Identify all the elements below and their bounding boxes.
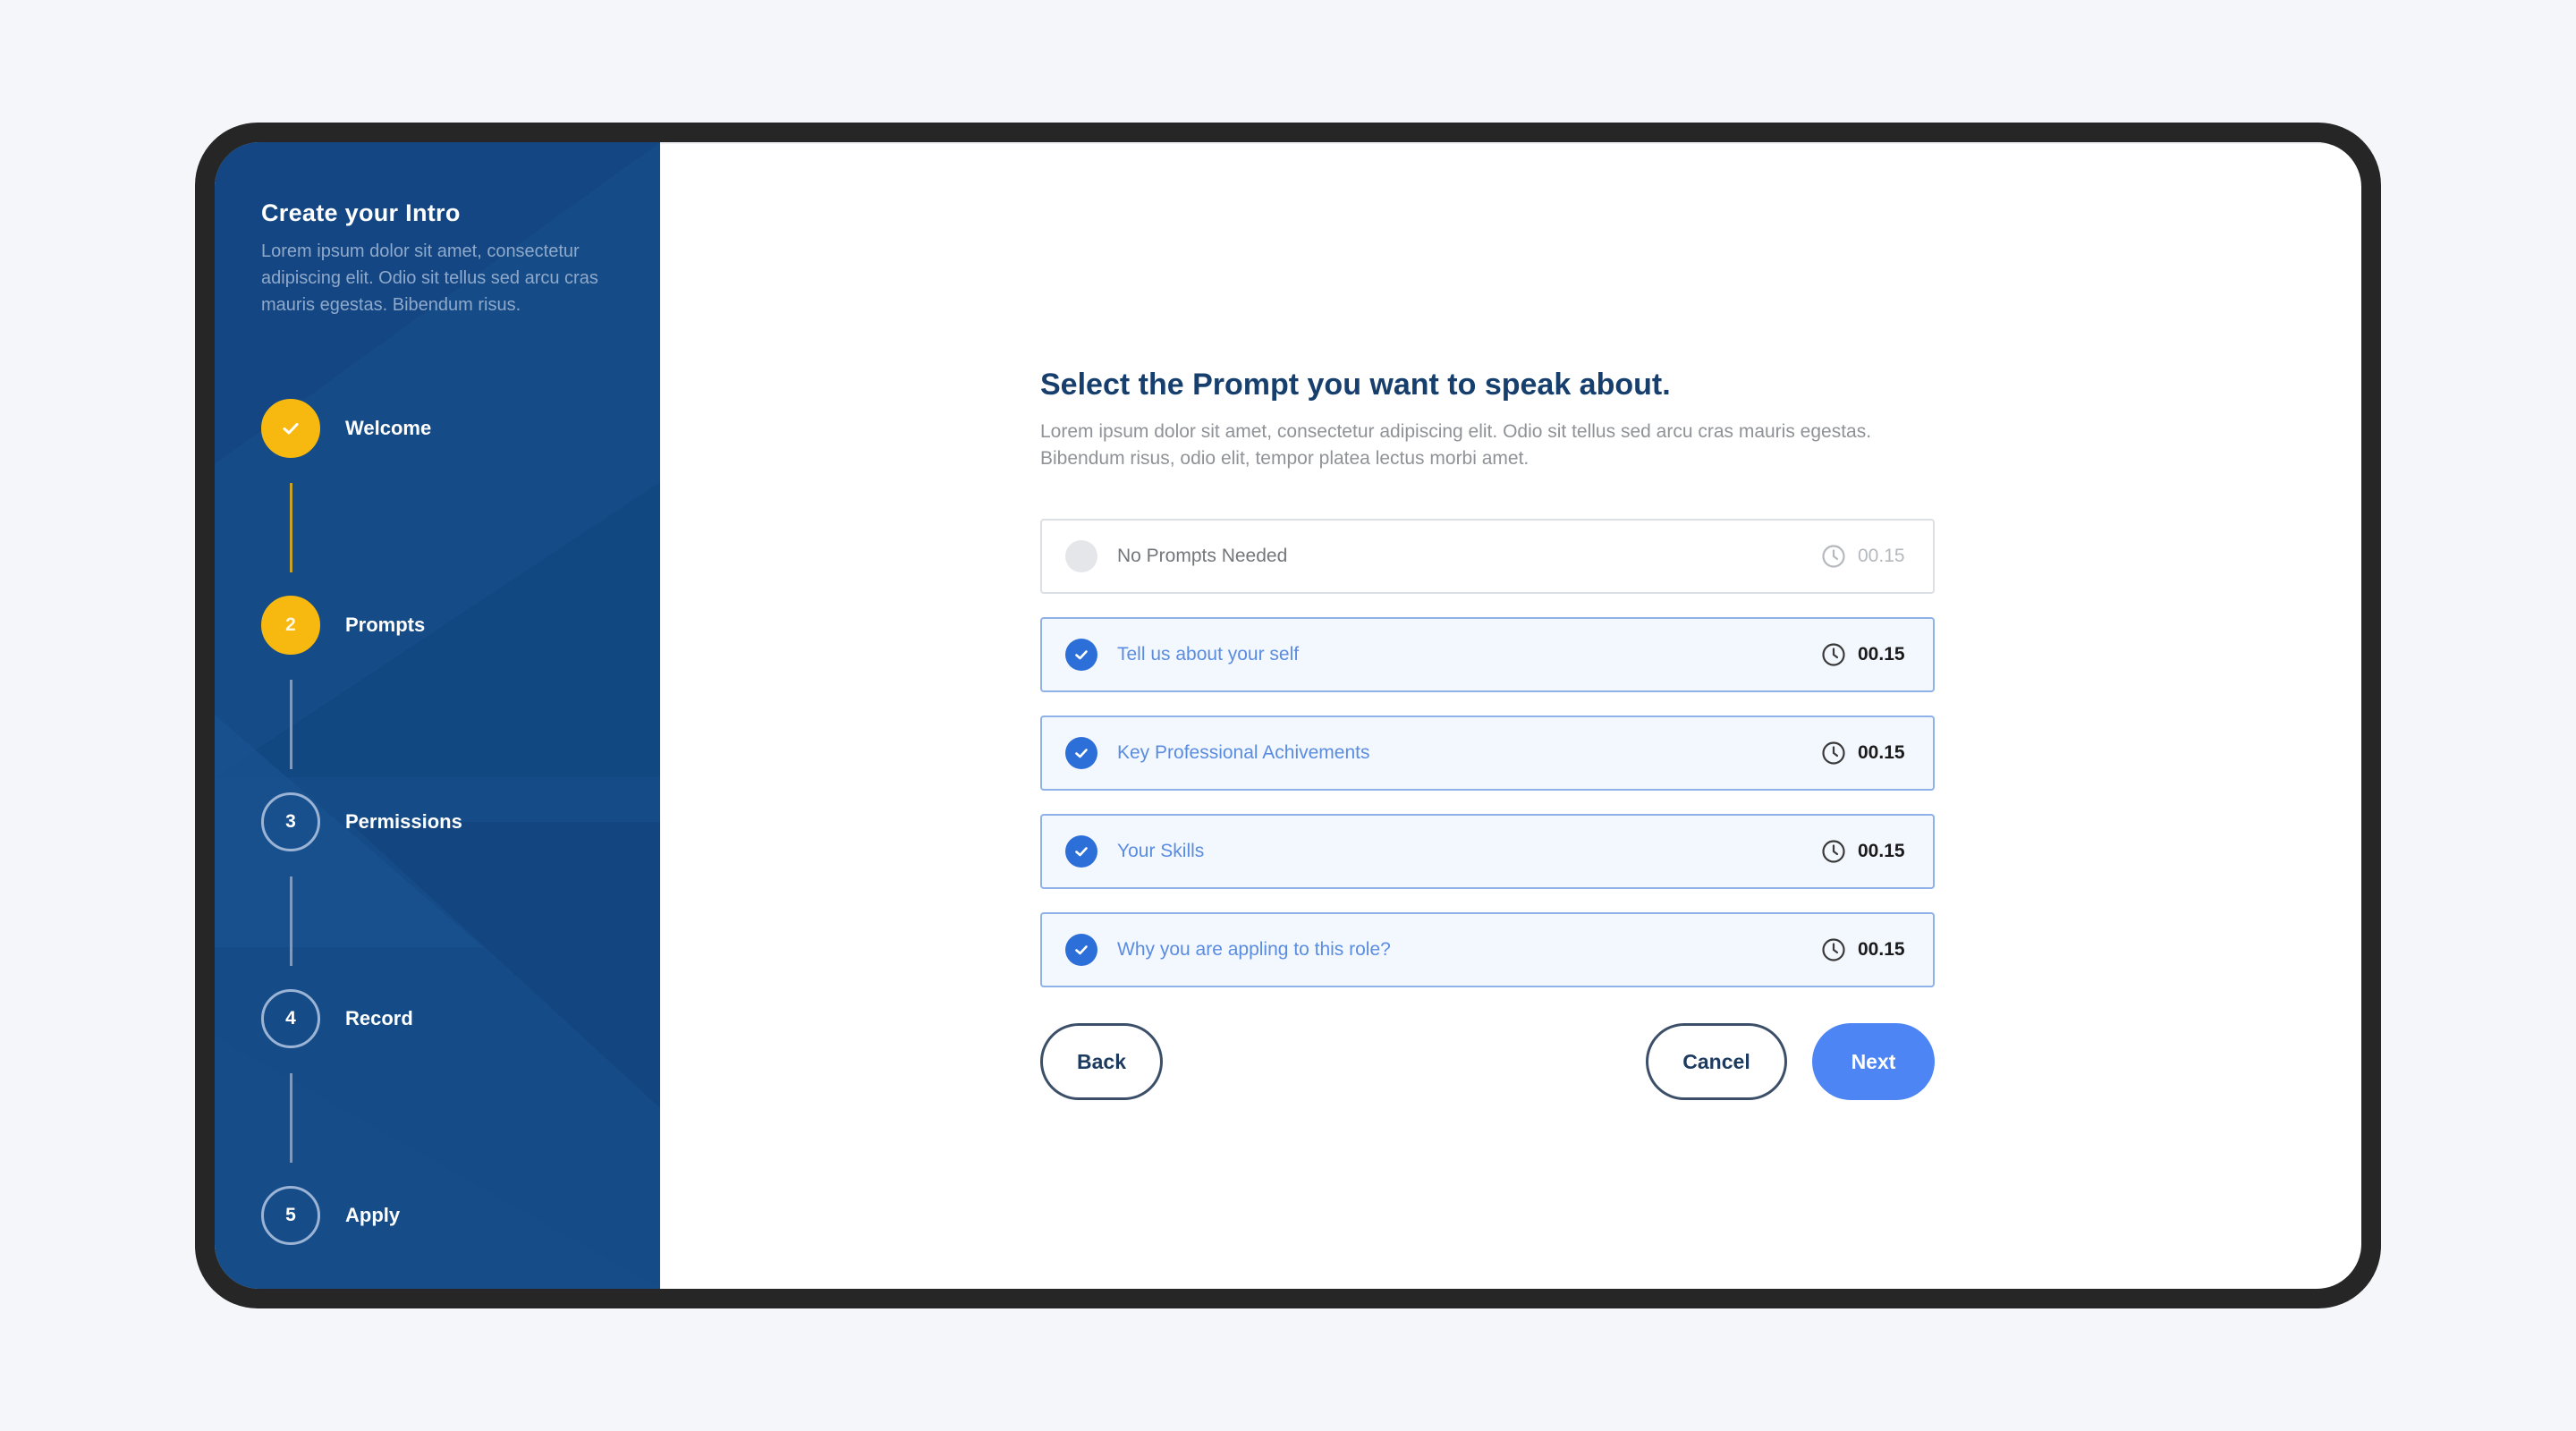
step-apply[interactable]: 5 Apply <box>261 1186 462 1249</box>
prompt-option-no-prompts[interactable]: No Prompts Needed 00.15 <box>1040 519 1935 594</box>
step-prompts[interactable]: 2 Prompts <box>261 596 462 792</box>
action-bar: Back Cancel Next <box>1040 1023 1935 1100</box>
step-welcome-indicator <box>261 399 320 458</box>
clock-icon <box>1822 840 1845 863</box>
step-apply-label: Apply <box>345 1204 401 1226</box>
checked-icon[interactable] <box>1065 934 1097 966</box>
step-welcome[interactable]: Welcome <box>261 399 462 596</box>
step-connector <box>290 483 292 572</box>
checked-icon[interactable] <box>1065 835 1097 868</box>
checkmark-icon <box>283 423 299 435</box>
device-frame: Create your Intro Lorem ipsum dolor sit … <box>195 123 2381 1308</box>
radio-unchecked-icon[interactable] <box>1065 540 1097 572</box>
step-welcome-label: Welcome <box>345 417 432 439</box>
prompt-option-label: Key Professional Achivements <box>1117 742 1370 763</box>
prompt-duration: 00.15 <box>1858 546 1905 566</box>
sidebar-header: Create your Intro Lorem ipsum dolor sit … <box>215 142 660 318</box>
app-screen: Create your Intro Lorem ipsum dolor sit … <box>215 142 2361 1289</box>
sidebar: Create your Intro Lorem ipsum dolor sit … <box>215 142 660 1289</box>
page-description: Lorem ipsum dolor sit amet, consectetur … <box>1040 421 1872 469</box>
clock-icon <box>1822 938 1845 961</box>
step-record[interactable]: 4 Record <box>261 989 462 1186</box>
prompt-option-label: No Prompts Needed <box>1117 546 1288 566</box>
prompt-selection: Select the Prompt you want to speak abou… <box>1040 368 1935 1100</box>
prompt-option-label: Tell us about your self <box>1117 644 1300 665</box>
page-title: Select the Prompt you want to speak abou… <box>1040 368 1671 402</box>
back-button[interactable]: Back <box>1040 1023 1163 1100</box>
sidebar-title: Create your Intro <box>261 199 461 226</box>
cancel-button[interactable]: Cancel <box>1646 1023 1787 1100</box>
step-apply-indicator: 5 <box>261 1186 320 1245</box>
checked-icon[interactable] <box>1065 737 1097 769</box>
prompt-option-why-applying[interactable]: Why you are appling to this role? 00.15 <box>1040 912 1935 987</box>
step-connector <box>290 1073 292 1163</box>
prompt-duration: 00.15 <box>1858 644 1905 665</box>
prompt-duration: 00.15 <box>1858 742 1905 763</box>
step-prompts-indicator: 2 <box>261 596 320 655</box>
clock-icon <box>1822 741 1845 765</box>
prompt-option-about-yourself[interactable]: Tell us about your self 00.15 <box>1040 617 1935 692</box>
clock-icon <box>1822 643 1845 666</box>
step-connector <box>290 680 292 769</box>
main-panel: Select the Prompt you want to speak abou… <box>660 142 2361 1289</box>
prompt-option-label: Your Skills <box>1117 841 1205 861</box>
prompt-option-label: Why you are appling to this role? <box>1117 939 1391 960</box>
sidebar-description: Lorem ipsum dolor sit amet, consectetur … <box>261 241 598 315</box>
step-record-label: Record <box>345 1007 413 1029</box>
step-permissions-indicator: 3 <box>261 792 320 851</box>
step-permissions-label: Permissions <box>345 810 462 833</box>
step-connector <box>290 876 292 966</box>
prompt-duration: 00.15 <box>1858 939 1905 960</box>
prompt-options-list: No Prompts Needed 00.15 Tell us about yo… <box>1040 519 1935 987</box>
prompt-option-achievements[interactable]: Key Professional Achivements 00.15 <box>1040 716 1935 791</box>
stepper: Welcome 2 Prompts 3 Permissions 4 Record <box>261 399 462 1249</box>
step-permissions[interactable]: 3 Permissions <box>261 792 462 989</box>
checked-icon[interactable] <box>1065 639 1097 671</box>
step-record-indicator: 4 <box>261 989 320 1048</box>
clock-icon <box>1822 545 1845 568</box>
prompt-duration: 00.15 <box>1858 841 1905 861</box>
next-button[interactable]: Next <box>1812 1023 1935 1100</box>
step-prompts-label: Prompts <box>345 614 426 636</box>
prompt-option-skills[interactable]: Your Skills 00.15 <box>1040 814 1935 889</box>
